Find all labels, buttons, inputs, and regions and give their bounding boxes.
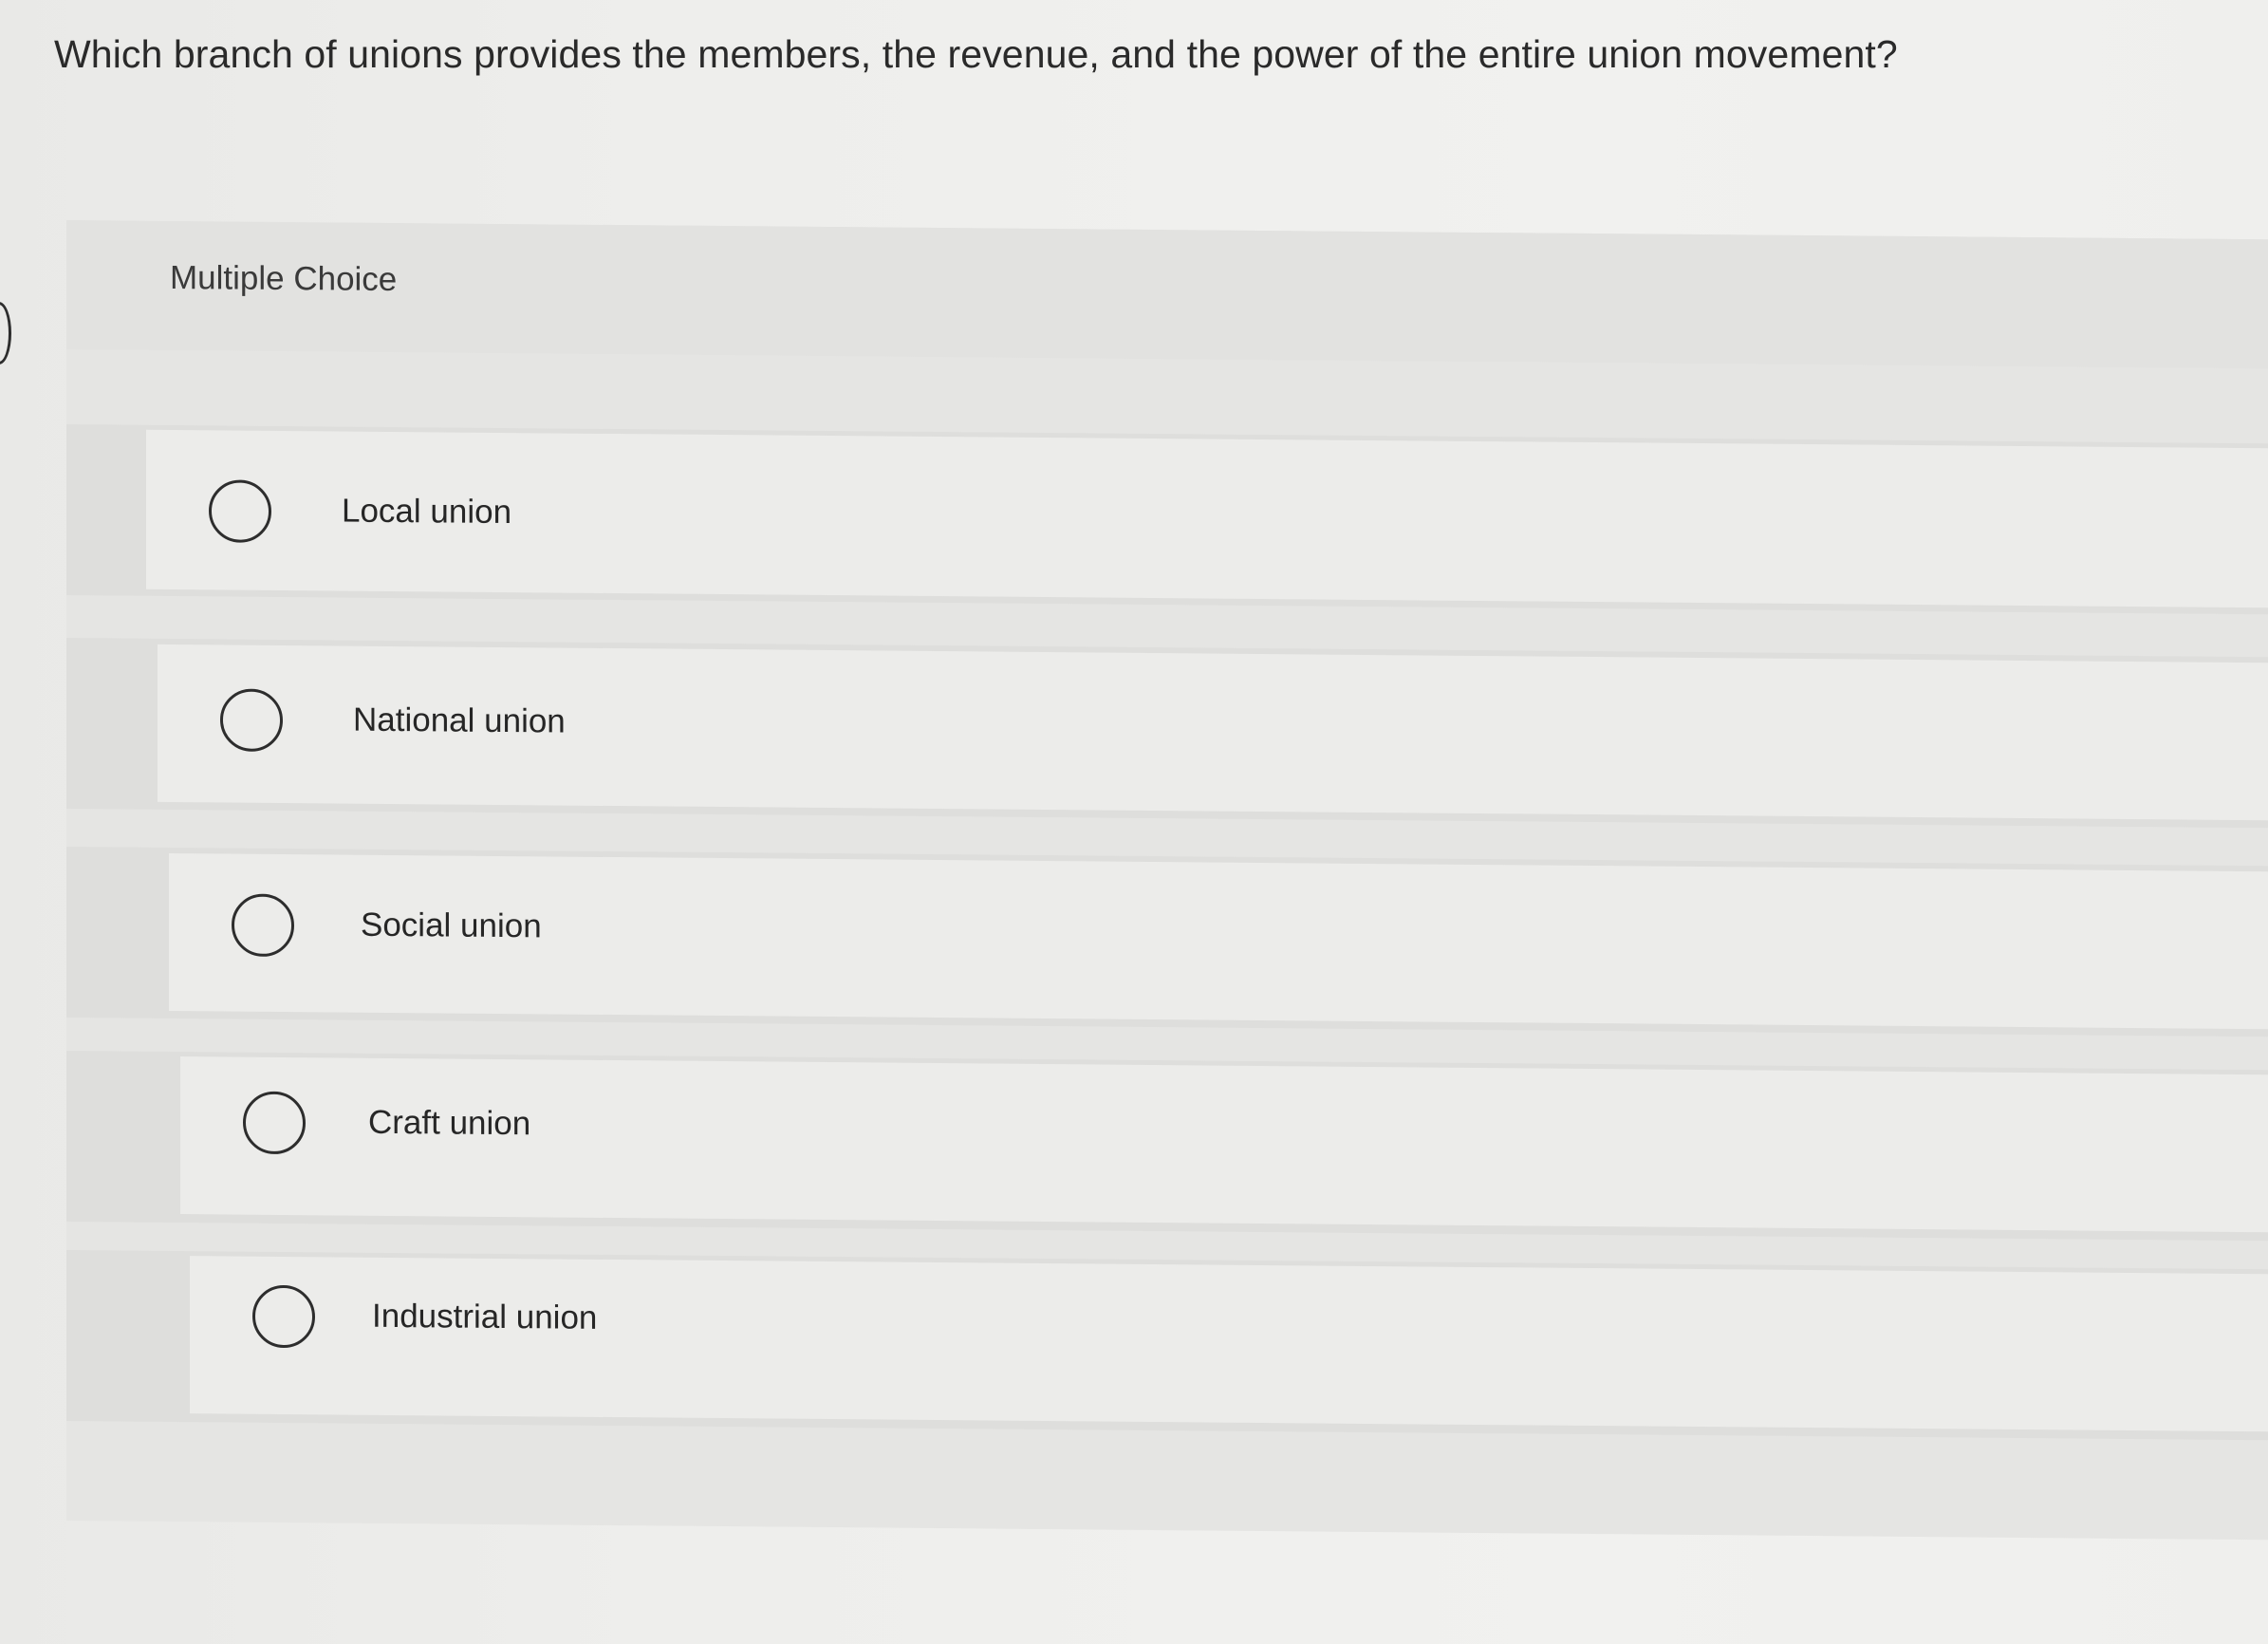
- option-label: Craft union: [368, 1103, 531, 1143]
- option-label: Industrial union: [372, 1297, 598, 1336]
- option-national-union[interactable]: National union: [158, 644, 2268, 821]
- question-text: Which branch of unions provides the memb…: [54, 32, 1898, 76]
- option-social-union[interactable]: Social union: [169, 852, 2268, 1030]
- answer-panel: Multiple Choice Local union National uni…: [66, 220, 2268, 1541]
- option-local-union[interactable]: Local union: [146, 429, 2268, 608]
- radio-button[interactable]: [220, 688, 283, 752]
- radio-button[interactable]: [209, 479, 271, 543]
- panel-header: Multiple Choice: [66, 220, 2268, 369]
- option-craft-union[interactable]: Craft union: [180, 1056, 2268, 1233]
- radio-button[interactable]: [252, 1284, 315, 1349]
- option-industrial-union[interactable]: Industrial union: [190, 1256, 2268, 1432]
- option-label: Social union: [361, 906, 542, 945]
- radio-button[interactable]: [232, 893, 294, 958]
- option-label: Local union: [342, 492, 512, 532]
- question-type-label: Multiple Choice: [170, 258, 398, 299]
- option-label: National union: [353, 701, 566, 740]
- partial-radio-edge: [0, 302, 11, 364]
- radio-button[interactable]: [243, 1091, 306, 1155]
